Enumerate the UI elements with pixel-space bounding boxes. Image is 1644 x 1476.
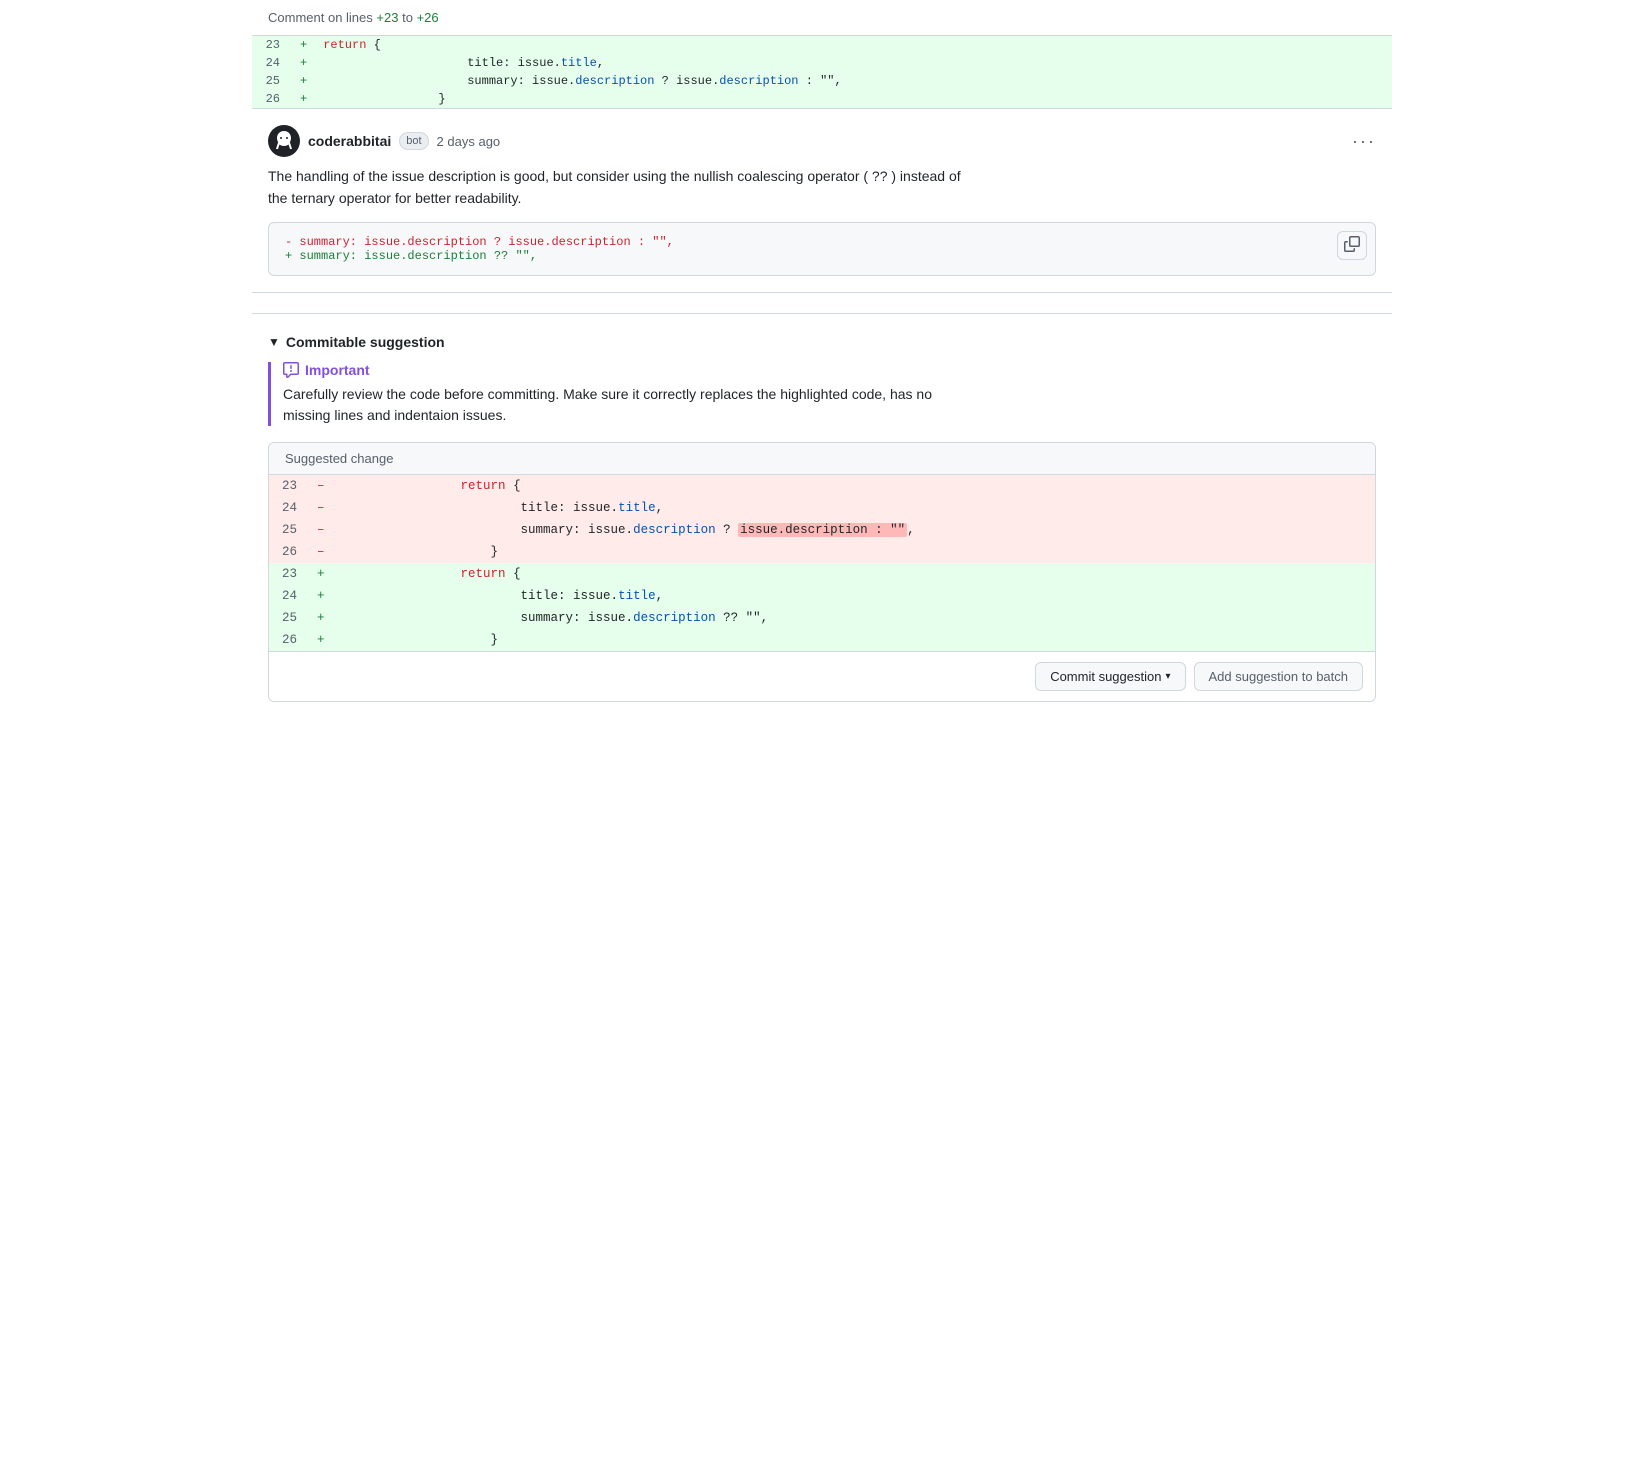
sc-diff-table: 23 – return { 24 – title: issue.title, 2… <box>269 475 1375 651</box>
diff-sign: + <box>292 90 315 108</box>
table-row: 26 + } <box>269 629 1375 651</box>
table-row: 23 + return { <box>269 563 1375 585</box>
line-num: 24 <box>269 497 309 519</box>
line-num: 24 <box>269 585 309 607</box>
diff-sign: + <box>309 629 333 651</box>
comment-body-line1: The handling of the issue description is… <box>268 165 1376 187</box>
comment-body: The handling of the issue description is… <box>268 165 1376 210</box>
diff-sign: – <box>309 541 333 563</box>
suggestion-added-line: + summary: issue.description ?? "", <box>285 249 1359 263</box>
important-text: Carefully review the code before committ… <box>283 384 1376 426</box>
commitable-title-text: Commitable suggestion <box>286 334 445 350</box>
comment-on-lines-header: Comment on lines +23 to +26 <box>252 0 1392 36</box>
diff-code: return { <box>333 563 1375 585</box>
commit-suggestion-label: Commit suggestion <box>1050 669 1161 684</box>
line-num: 25 <box>252 72 292 90</box>
range-to: to <box>402 10 413 25</box>
diff-code: } <box>315 90 1392 108</box>
action-bar: Commit suggestion ▾ Add suggestion to ba… <box>269 651 1375 701</box>
diff-code: return { <box>333 475 1375 497</box>
comment-timestamp: 2 days ago <box>437 134 501 149</box>
range-end: +26 <box>417 10 439 25</box>
important-title: Important <box>283 362 1376 378</box>
line-num: 25 <box>269 607 309 629</box>
table-row: 24 + title: issue.title, <box>269 585 1375 607</box>
diff-sign: – <box>309 497 333 519</box>
line-num: 26 <box>269 629 309 651</box>
comment-block: coderabbitai bot 2 days ago ··· The hand… <box>252 108 1392 293</box>
table-row: 25 + summary: issue.description ?? "", <box>269 607 1375 629</box>
table-row: 23 + return { <box>252 36 1392 54</box>
line-num: 26 <box>252 90 292 108</box>
suggestion-removed-line: - summary: issue.description ? issue.des… <box>285 235 1359 249</box>
commitable-title: ▼ Commitable suggestion <box>268 334 1376 350</box>
comment-badge: bot <box>399 132 428 150</box>
important-text-line2: missing lines and indentaion issues. <box>283 405 1376 426</box>
diff-sign: + <box>309 607 333 629</box>
diff-sign: + <box>309 563 333 585</box>
diff-sign: + <box>292 36 315 54</box>
diff-sign: + <box>292 54 315 72</box>
commitable-suggestion-section: ▼ Commitable suggestion Important Carefu… <box>252 334 1392 718</box>
diff-sign: + <box>309 585 333 607</box>
chevron-down-icon: ▾ <box>1165 671 1170 682</box>
diff-code: title: issue.title, <box>315 54 1392 72</box>
line-num: 23 <box>269 563 309 585</box>
suggestion-code-block: - summary: issue.description ? issue.des… <box>268 222 1376 276</box>
line-num: 25 <box>269 519 309 541</box>
table-row: 25 + summary: issue.description ? issue.… <box>252 72 1392 90</box>
diff-sign: + <box>292 72 315 90</box>
diff-code: } <box>333 541 1375 563</box>
table-row: 26 – } <box>269 541 1375 563</box>
avatar <box>268 125 300 157</box>
table-row: 25 – summary: issue.description ? issue.… <box>269 519 1375 541</box>
diff-code: title: issue.title, <box>333 497 1375 519</box>
comment-header-left: coderabbitai bot 2 days ago <box>268 125 500 157</box>
table-row: 24 – title: issue.title, <box>269 497 1375 519</box>
suggested-change-header: Suggested change <box>269 443 1375 475</box>
add-to-batch-button[interactable]: Add suggestion to batch <box>1194 662 1364 691</box>
diff-code: } <box>333 629 1375 651</box>
important-notice: Important Carefully review the code befo… <box>268 362 1376 426</box>
range-start: +23 <box>376 10 398 25</box>
diff-code: summary: issue.description ?? "", <box>333 607 1375 629</box>
important-icon <box>283 362 299 378</box>
comment-author: coderabbitai <box>308 133 391 149</box>
copy-icon <box>1344 236 1360 252</box>
diff-sign: – <box>309 519 333 541</box>
diff-code: summary: issue.description ? issue.descr… <box>315 72 1392 90</box>
comment-menu[interactable]: ··· <box>1352 131 1376 152</box>
table-row: 26 + } <box>252 90 1392 108</box>
diff-code: title: issue.title, <box>333 585 1375 607</box>
important-text-line1: Carefully review the code before committ… <box>283 384 1376 405</box>
top-diff-table: 23 + return { 24 + title: issue.title, 2… <box>252 36 1392 108</box>
comment-on-lines-text: Comment on lines <box>268 10 373 25</box>
important-label: Important <box>305 362 370 378</box>
comment-body-line2: the ternary operator for better readabil… <box>268 187 1376 209</box>
line-num: 26 <box>269 541 309 563</box>
diff-code: return { <box>315 36 1392 54</box>
suggested-change-label: Suggested change <box>285 451 393 466</box>
table-row: 24 + title: issue.title, <box>252 54 1392 72</box>
comment-header: coderabbitai bot 2 days ago ··· <box>268 125 1376 157</box>
add-to-batch-label: Add suggestion to batch <box>1209 669 1349 684</box>
main-container: Comment on lines +23 to +26 23 + return … <box>252 0 1392 718</box>
diff-sign: – <box>309 475 333 497</box>
line-num: 23 <box>269 475 309 497</box>
diff-code: summary: issue.description ? issue.descr… <box>333 519 1375 541</box>
table-row: 23 – return { <box>269 475 1375 497</box>
section-divider <box>252 313 1392 314</box>
copy-button[interactable] <box>1337 231 1367 260</box>
triangle-icon: ▼ <box>268 335 280 349</box>
line-num: 23 <box>252 36 292 54</box>
suggested-change-box: Suggested change 23 – return { 24 – <box>268 442 1376 702</box>
line-num: 24 <box>252 54 292 72</box>
commit-suggestion-button[interactable]: Commit suggestion ▾ <box>1035 662 1185 691</box>
rabbit-icon <box>272 129 296 153</box>
